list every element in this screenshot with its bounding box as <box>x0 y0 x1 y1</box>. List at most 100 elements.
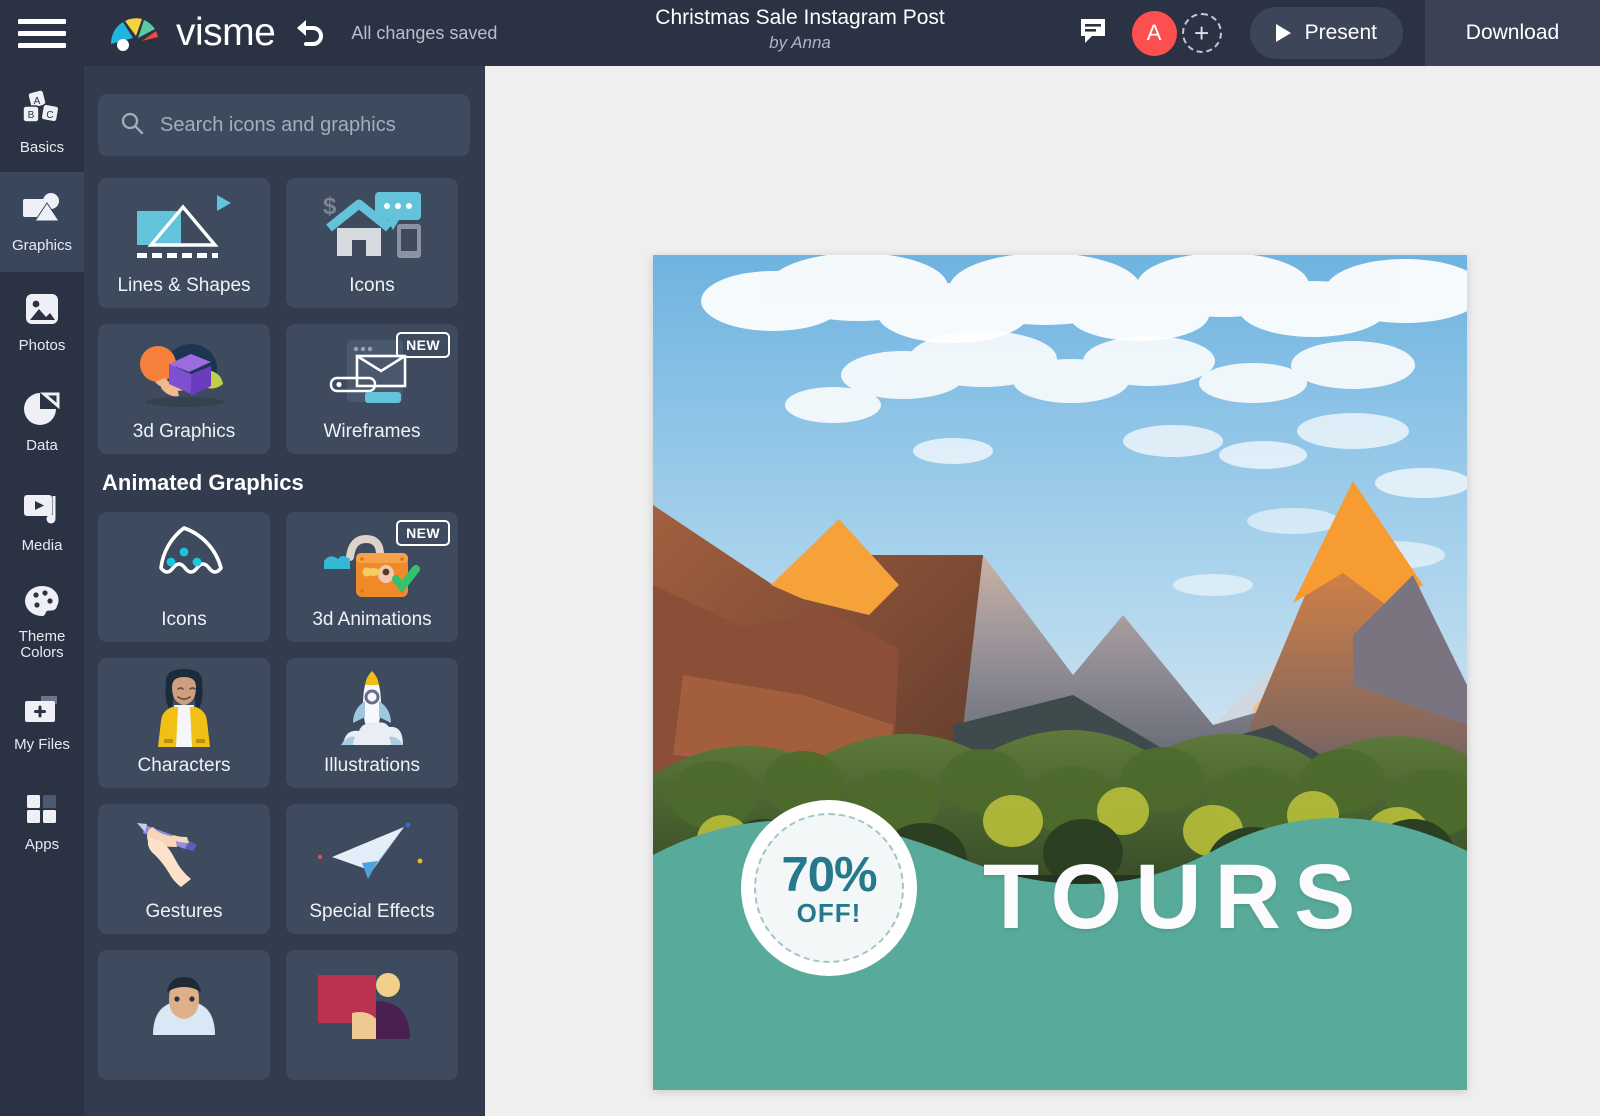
svg-text:C: C <box>46 110 53 121</box>
card-row-partial <box>98 950 478 1080</box>
sidebar-item-label: Data <box>26 436 58 454</box>
sidebar-item-data[interactable]: Data <box>0 372 84 472</box>
discount-percent: 70% <box>781 847 877 902</box>
sidebar-item-label: My Files <box>14 735 70 753</box>
left-rail: A B C Basics Graphics Photos Data Media … <box>0 66 84 1116</box>
toolbar-actions: A + Present Download <box>1078 0 1600 66</box>
comment-icon[interactable] <box>1078 16 1108 51</box>
card-row: Icons NEW 3d Animations <box>98 512 478 642</box>
card-row: Lines & Shapes $ Icons <box>98 178 478 308</box>
media-play-icon <box>21 491 63 532</box>
headline-text[interactable]: TOURS <box>983 845 1413 950</box>
card-label: Special Effects <box>309 901 435 922</box>
discount-badge[interactable]: 70% OFF! <box>741 800 917 976</box>
graphics-shapes-icon <box>21 191 63 232</box>
card-label: 3d Animations <box>312 609 432 630</box>
avatar-initial: A <box>1146 20 1162 45</box>
card-animated-icons[interactable]: Icons <box>98 512 270 642</box>
top-toolbar: visme All changes saved Christmas Sale I… <box>0 0 1600 66</box>
card-label: 3d Graphics <box>132 421 236 442</box>
graphics-panel: Search icons and graphics Lines & Shapes… <box>84 66 485 1116</box>
sidebar-item-label: Theme Colors <box>18 627 66 661</box>
avatar[interactable]: A <box>1131 10 1177 56</box>
svg-text:$: $ <box>323 193 337 220</box>
save-status: All changes saved <box>351 22 498 43</box>
undo-icon[interactable] <box>293 15 327 52</box>
download-label: Download <box>1465 21 1560 44</box>
sidebar-item-theme-colors[interactable]: Theme Colors <box>0 572 84 672</box>
section-title-animated-graphics: Animated Graphics <box>102 470 304 495</box>
design-canvas[interactable]: 70% OFF! TOURS <box>653 255 1467 1090</box>
card-3d-graphics[interactable]: 3d Graphics <box>98 324 270 454</box>
abc-blocks-icon: A B C <box>19 88 65 134</box>
visme-logo-text: visme <box>176 11 276 54</box>
card-label: Lines & Shapes <box>117 275 251 296</box>
canvas-workspace[interactable]: 70% OFF! TOURS <box>485 66 1600 1116</box>
visme-logo[interactable]: visme <box>109 11 276 55</box>
rocket-art <box>286 666 458 748</box>
hand-pen-art <box>98 812 270 894</box>
add-collaborator-button[interactable]: + <box>1181 13 1222 53</box>
card-illustrations[interactable]: Illustrations <box>286 658 458 788</box>
character-woman-art <box>98 666 270 748</box>
mountain-landscape-photo[interactable] <box>653 255 1467 1090</box>
man-portrait-art <box>98 968 270 1050</box>
sidebar-item-apps[interactable]: Apps <box>0 772 84 872</box>
card-3d-animations[interactable]: NEW 3d Animations <box>286 512 458 642</box>
present-button[interactable]: Present <box>1249 7 1403 59</box>
palette-icon <box>22 584 62 623</box>
sidebar-item-basics[interactable]: A B C Basics <box>0 72 84 172</box>
hamburger-menu-icon[interactable] <box>0 0 84 66</box>
search-placeholder: Search icons and graphics <box>160 113 396 136</box>
abstract-shapes-art <box>286 968 458 1050</box>
card-lines-and-shapes[interactable]: Lines & Shapes <box>98 178 270 308</box>
photo-icon <box>22 291 62 332</box>
card-gestures[interactable]: Gestures <box>98 804 270 934</box>
apps-grid-icon <box>24 792 60 831</box>
card-label: Icons <box>161 609 207 630</box>
card-special-effects[interactable]: Special Effects <box>286 804 458 934</box>
discount-badge-inner: 70% OFF! <box>754 813 904 963</box>
sidebar-item-photos[interactable]: Photos <box>0 272 84 372</box>
visme-logo-mark <box>109 13 163 53</box>
sidebar-item-graphics[interactable]: Graphics <box>0 172 84 272</box>
card-man-portrait[interactable] <box>98 950 270 1080</box>
card-row: Characters Illustrations <box>98 658 478 788</box>
sidebar-item-label: Basics <box>19 138 65 156</box>
discount-off-label: OFF! <box>796 897 862 928</box>
card-label: Characters <box>137 755 231 776</box>
card-characters[interactable]: Characters <box>98 658 270 788</box>
play-icon <box>1275 24 1291 42</box>
sidebar-item-label: Photos <box>18 336 66 354</box>
sidebar-item-label: Media <box>21 536 63 554</box>
lines-shapes-art <box>98 186 270 268</box>
download-button[interactable]: Download <box>1425 0 1600 66</box>
card-row: 3d Graphics NEW Wireframes <box>98 324 478 454</box>
icons-art: $ <box>286 186 458 268</box>
card-label: Icons <box>349 275 395 296</box>
new-badge: NEW <box>396 332 450 358</box>
animated-pizza-icon-art <box>98 520 270 602</box>
sidebar-item-label: Apps <box>24 835 60 853</box>
card-icons[interactable]: $ Icons <box>286 178 458 308</box>
search-input[interactable]: Search icons and graphics <box>98 94 470 156</box>
3d-graphics-art <box>98 332 270 414</box>
new-badge: NEW <box>396 520 450 546</box>
graphics-card-grid: Lines & Shapes $ Icons 3d Graphics NEW W… <box>98 178 478 1096</box>
card-abstract-shapes[interactable] <box>286 950 458 1080</box>
pie-chart-icon <box>22 391 62 432</box>
present-label: Present <box>1304 21 1377 44</box>
card-wireframes[interactable]: NEW Wireframes <box>286 324 458 454</box>
sidebar-item-media[interactable]: Media <box>0 472 84 572</box>
folder-plus-icon <box>21 692 63 731</box>
svg-text:A: A <box>34 96 41 107</box>
card-label: Gestures <box>145 901 223 922</box>
svg-text:B: B <box>28 110 35 121</box>
paper-plane-art <box>286 812 458 894</box>
card-row: Gestures Special Effects <box>98 804 478 934</box>
card-label: Wireframes <box>323 421 421 442</box>
sidebar-item-label: Graphics <box>11 236 73 254</box>
card-label: Illustrations <box>323 755 421 776</box>
search-icon <box>120 111 144 140</box>
sidebar-item-my-files[interactable]: My Files <box>0 672 84 772</box>
